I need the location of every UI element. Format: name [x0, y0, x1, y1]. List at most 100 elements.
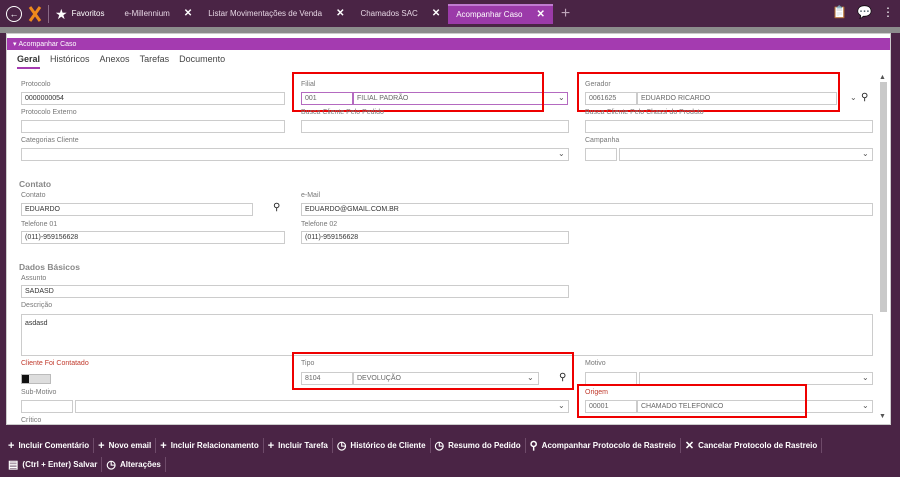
sub-motivo-code-field[interactable] [21, 400, 73, 413]
app-logo-icon [28, 5, 42, 22]
scroll-thumb[interactable] [880, 82, 887, 312]
descricao-textarea[interactable]: asdasd [21, 314, 873, 356]
chevron-down-icon[interactable]: ⌄ [558, 93, 565, 102]
filial-name-field[interactable]: FILIAL PADRÃO [353, 92, 568, 105]
origem-code-field[interactable]: 00001 [585, 400, 637, 413]
telefone01-field[interactable]: (011)-959156628 [21, 231, 285, 244]
assunto-label: Assunto [21, 275, 47, 282]
search-icon[interactable]: ⚲ [273, 202, 280, 213]
chevron-down-icon[interactable]: ⌄ [850, 93, 857, 102]
tab-acompanhar-caso[interactable]: Acompanhar Caso ✕ [448, 3, 553, 24]
subtabs: Geral Históricos Anexos Tarefas Document… [17, 54, 225, 69]
sub-motivo-select[interactable] [75, 400, 569, 413]
close-icon[interactable]: ✕ [432, 8, 440, 19]
back-icon[interactable]: ← [6, 5, 22, 22]
campanha-code-field[interactable] [585, 148, 617, 161]
tipo-code-field[interactable]: 8104 [301, 372, 353, 385]
origem-name-field[interactable]: CHAMADO TELEFONICO [637, 400, 873, 413]
contato-label: Contato [21, 192, 46, 199]
star-icon: ★ [55, 5, 68, 22]
close-icon[interactable]: ✕ [184, 8, 192, 19]
tipo-label: Tipo [301, 360, 315, 367]
motivo-select[interactable] [639, 372, 873, 385]
motivo-code-field[interactable] [585, 372, 637, 385]
resumo-pedido-button[interactable]: ◷ Resumo do Pedido [431, 438, 526, 453]
cliente-contatado-toggle[interactable] [21, 374, 51, 384]
motivo-label: Motivo [585, 360, 606, 367]
incluir-relacionamento-button[interactable]: + Incluir Relacionamento [156, 438, 264, 453]
categorias-label: Categorias Cliente [21, 137, 79, 144]
filial-code-field[interactable]: 001 [301, 92, 353, 105]
favorites-button[interactable]: ★ Favoritos [55, 7, 104, 21]
incluir-tarefa-button[interactable]: + Incluir Tarefa [264, 438, 333, 453]
chevron-down-icon[interactable]: ⌄ [862, 401, 869, 410]
plus-icon: + [8, 439, 15, 452]
scroll-down-icon[interactable]: ▼ [879, 413, 886, 420]
campanha-select[interactable] [619, 148, 873, 161]
chevron-down-icon[interactable]: ⌄ [527, 373, 534, 382]
gerador-code-field[interactable]: 0061625 [585, 92, 637, 105]
gerador-name-field[interactable]: EDUARDO RICARDO [637, 92, 837, 105]
acompanhar-rastreio-button[interactable]: ⚲ Acompanhar Protocolo de Rastreio [526, 438, 681, 453]
close-icon: ✕ [684, 440, 695, 452]
cliente-contatado-label: Cliente Foi Contatado [21, 360, 89, 367]
critico-label: Crítico [21, 417, 42, 424]
descricao-label: Descrição [21, 302, 53, 309]
telefone02-field[interactable]: (011)-959156628 [301, 231, 569, 244]
chevron-down-icon[interactable]: ⌄ [862, 149, 869, 158]
origem-label: Origem [585, 389, 608, 396]
dados-basicos-section-title: Dados Básicos [19, 262, 80, 272]
tab-e-millennium[interactable]: e-Millennium ✕ [116, 3, 200, 25]
save-icon: ▤ [8, 459, 19, 471]
historico-cliente-button[interactable]: ◷ Histórico de Cliente [333, 438, 431, 453]
top-bar: ← ★ Favoritos e-Millennium ✕ Listar Movim… [0, 0, 900, 27]
plus-icon: + [98, 439, 105, 452]
tab-listar-movimentacoes[interactable]: Listar Movimentações de Venda ✕ [200, 3, 352, 25]
add-tab-icon[interactable]: + [561, 5, 570, 23]
sub-motivo-label: Sub-Motivo [21, 389, 57, 396]
search-icon[interactable]: ⚲ [861, 92, 868, 103]
scroll-up-icon[interactable]: ▲ [879, 74, 886, 81]
tab-anexos[interactable]: Anexos [100, 54, 130, 69]
tab-chamados-sac[interactable]: Chamados SAC ✕ [352, 3, 448, 25]
close-icon[interactable]: ✕ [536, 9, 544, 20]
action-bar: + Incluir Comentário + Novo email + Incluir… [0, 436, 900, 477]
tab-geral[interactable]: Geral [17, 54, 41, 69]
clock-icon: ◷ [434, 440, 445, 452]
protocolo-field[interactable]: 0000000054 [21, 92, 285, 105]
tab-historicos[interactable]: Históricos [50, 54, 90, 69]
plus-icon: + [160, 439, 167, 452]
novo-email-button[interactable]: + Novo email [94, 438, 157, 453]
categorias-select[interactable] [21, 148, 569, 161]
busca-chassi-field[interactable] [585, 120, 873, 133]
clock-icon: ◷ [336, 440, 347, 452]
search-icon: ⚲ [529, 440, 538, 452]
chevron-down-icon[interactable]: ⌄ [862, 373, 869, 382]
assunto-field[interactable]: SADASD [21, 285, 569, 298]
tab-tarefas[interactable]: Tarefas [140, 54, 170, 69]
chevron-down-icon[interactable]: ⌄ [558, 149, 565, 158]
cancelar-rastreio-button[interactable]: ✕ Cancelar Protocolo de Rastreio [681, 438, 823, 453]
close-icon[interactable]: ✕ [336, 8, 344, 19]
protocolo-externo-field[interactable] [21, 120, 285, 133]
contato-field[interactable]: EDUARDO [21, 203, 253, 216]
incluir-comentario-button[interactable]: + Incluir Comentário [4, 438, 95, 453]
email-field[interactable]: EDUARDO@GMAIL.COM.BR [301, 203, 873, 216]
more-options-icon[interactable]: ⋮ [882, 5, 894, 19]
salvar-button[interactable]: ▤ (Ctrl + Enter) Salvar [4, 457, 103, 472]
search-icon[interactable]: ⚲ [559, 372, 566, 383]
busca-pedido-field[interactable] [301, 120, 569, 133]
clipboard-icon[interactable]: 📋 [832, 5, 847, 19]
telefone02-label: Telefone 02 [301, 221, 338, 228]
chevron-down-icon[interactable]: ⌄ [558, 401, 565, 410]
vertical-scrollbar[interactable]: ▲ ▼ [879, 74, 888, 420]
contato-section-title: Contato [19, 179, 52, 189]
campanha-label: Campanha [585, 137, 620, 144]
tab-documento[interactable]: Documento [179, 54, 225, 69]
protocolo-label: Protocolo [21, 81, 51, 88]
panel-header[interactable]: ▾ Acompanhar Caso [7, 38, 890, 50]
alteracoes-button[interactable]: ◷ Alterações [102, 457, 166, 472]
chat-icon[interactable]: 💬 [857, 5, 872, 19]
tipo-name-field[interactable]: DEVOLUÇÃO [353, 372, 539, 385]
plus-icon: + [267, 439, 275, 452]
